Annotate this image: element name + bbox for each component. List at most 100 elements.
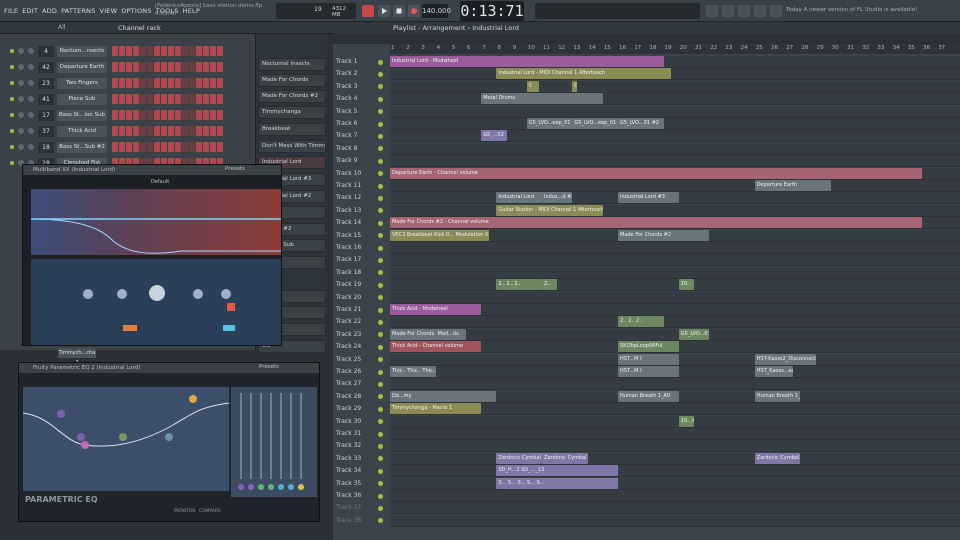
- playlist-clip[interactable]: Metal Drums: [481, 93, 603, 105]
- track-mute-led[interactable]: [378, 344, 383, 350]
- track-label[interactable]: Track 6: [333, 118, 383, 130]
- track-label[interactable]: Track 22: [333, 316, 383, 328]
- monitor-button[interactable]: MONITOR: [174, 509, 196, 514]
- song-mode-toggle[interactable]: [362, 5, 374, 17]
- playlist-clip[interactable]: HST-Kaoss2_Disconnect: [754, 353, 816, 365]
- playlist-clip[interactable]: Indus...d #2: [542, 192, 573, 204]
- track-mute-led[interactable]: [378, 319, 383, 325]
- track-label[interactable]: Track 13: [333, 205, 383, 217]
- menu-patterns[interactable]: PATTERNS: [61, 7, 95, 15]
- track-mute-led[interactable]: [378, 406, 383, 412]
- volume-knob[interactable]: [28, 80, 34, 86]
- track-label[interactable]: Track 35: [333, 478, 383, 490]
- track-lane[interactable]: [390, 502, 960, 515]
- track-lane[interactable]: [390, 328, 960, 341]
- playlist-clip[interactable]: G5_LVO...eep_01: [526, 118, 573, 129]
- track-label[interactable]: Track 26: [333, 366, 383, 378]
- channel-name-button[interactable]: Noctum...nsects: [57, 45, 107, 57]
- track-mute-led[interactable]: [378, 195, 383, 201]
- channel-name-button[interactable]: Two Fingers: [57, 77, 107, 89]
- playlist-clip[interactable]: C: [572, 80, 577, 92]
- track-lane[interactable]: [390, 130, 960, 143]
- channel-row[interactable]: 37 Thick Acid: [0, 124, 250, 138]
- ratio-knob[interactable]: [117, 289, 127, 299]
- release-knob[interactable]: [221, 289, 231, 299]
- track-label[interactable]: Track 23: [333, 329, 383, 341]
- channel-led[interactable]: [10, 81, 14, 85]
- playlist-clip[interactable]: Timmychanga - Macro 1: [390, 403, 482, 415]
- track-lane[interactable]: [390, 428, 960, 440]
- playlist-clip[interactable]: VEC3 Breakbeat Kick 0... Modulation X of…: [390, 229, 489, 241]
- browser-item[interactable]: Breakbeat: [258, 123, 326, 136]
- track-label[interactable]: Track 30: [333, 416, 383, 428]
- track-label[interactable]: Track 32: [333, 440, 383, 452]
- playlist-clip[interactable]: G5_LVO...eep_01: [572, 118, 618, 129]
- playlist-clip[interactable]: 2.. 2.. 2..: [496, 279, 542, 291]
- volume-knob[interactable]: [28, 128, 34, 134]
- browser-item[interactable]: Made For Chords #2: [258, 90, 326, 103]
- playlist-clip[interactable]: Zardonic Cymbal (A): [496, 452, 542, 464]
- eq-band-faders[interactable]: [231, 387, 317, 497]
- track-label[interactable]: Track 34: [333, 465, 383, 477]
- record-button[interactable]: [408, 5, 420, 17]
- browser-item[interactable]: Timmychanga: [258, 106, 326, 119]
- channel-name-button[interactable]: Thick Acid: [57, 125, 107, 137]
- channel-rack-icon[interactable]: [754, 5, 766, 17]
- playlist-clip[interactable]: Guitar Station - MIDI Channel 1 Aftertou…: [496, 204, 603, 216]
- track-label[interactable]: Track 7: [333, 130, 383, 142]
- step-sequencer[interactable]: [112, 46, 223, 56]
- mixer-track-number[interactable]: 17: [38, 109, 54, 121]
- playlist-clip[interactable]: Departure Earth - Channel volume: [390, 167, 922, 179]
- track-label[interactable]: Track 4: [333, 93, 383, 105]
- volume-knob[interactable]: [28, 144, 34, 150]
- track-lane[interactable]: [390, 452, 960, 465]
- playlist-clip[interactable]: Human Breath 1_A0: [618, 390, 679, 402]
- band-solo-button[interactable]: [227, 303, 235, 311]
- track-mute-led[interactable]: [378, 282, 383, 288]
- volume-knob[interactable]: [28, 64, 34, 70]
- pan-knob[interactable]: [18, 96, 24, 102]
- track-label[interactable]: Track 37: [333, 502, 383, 514]
- track-label[interactable]: Track 33: [333, 453, 383, 465]
- play-button[interactable]: [378, 5, 390, 17]
- playlist-clip[interactable]: 20...4: [678, 415, 694, 427]
- channel-led[interactable]: [10, 129, 14, 133]
- preset-name[interactable]: Default: [151, 179, 169, 185]
- track-mute-led[interactable]: [378, 493, 383, 499]
- playlist-clip[interactable]: 2.. 2.. 2..: [618, 316, 664, 328]
- threshold-knob[interactable]: [83, 289, 93, 299]
- track-label[interactable]: Track 5: [333, 106, 383, 118]
- track-lane[interactable]: [390, 490, 960, 502]
- eq-response-graph[interactable]: [22, 387, 230, 491]
- track-lane[interactable]: [390, 242, 960, 254]
- playlist-clip[interactable]: Do...my: [390, 390, 497, 402]
- track-label[interactable]: Track 21: [333, 304, 383, 316]
- mixer-track-number[interactable]: 23: [38, 77, 54, 89]
- track-label[interactable]: Track 16: [333, 242, 383, 254]
- track-mute-led[interactable]: [378, 220, 383, 226]
- step-sequencer[interactable]: [112, 110, 223, 120]
- track-label[interactable]: Track 31: [333, 428, 383, 440]
- track-label[interactable]: Track 10: [333, 168, 383, 180]
- track-label[interactable]: Track 14: [333, 217, 383, 229]
- track-lane[interactable]: [390, 142, 960, 155]
- track-mute-led[interactable]: [378, 121, 383, 127]
- playlist-clip[interactable]: SD_H...2 SD_..._13: [496, 465, 618, 477]
- mixer-icon[interactable]: [706, 5, 718, 17]
- pan-knob[interactable]: [18, 48, 24, 54]
- playlist-clip[interactable]: HST...M I: [618, 366, 679, 377]
- track-label[interactable]: Track 9: [333, 155, 383, 167]
- attack-knob[interactable]: [193, 289, 203, 299]
- track-lane[interactable]: [390, 378, 960, 391]
- playlist-clip[interactable]: Zardonic Cymbal (A): [754, 452, 801, 464]
- track-label[interactable]: Track 28: [333, 391, 383, 403]
- band-mode-button[interactable]: [123, 325, 137, 331]
- track-lane[interactable]: [390, 118, 960, 130]
- channel-row[interactable]: 42 Departure Earth: [0, 60, 250, 74]
- track-label[interactable]: Track 8: [333, 143, 383, 155]
- menu-add[interactable]: ADD: [42, 7, 57, 15]
- band-spectrum-graph[interactable]: [30, 189, 281, 255]
- channel-led[interactable]: [10, 113, 14, 117]
- playlist-clip[interactable]: Human Breath 1_A0: [754, 390, 801, 402]
- playlist-clip[interactable]: Thic...cid: [420, 366, 436, 377]
